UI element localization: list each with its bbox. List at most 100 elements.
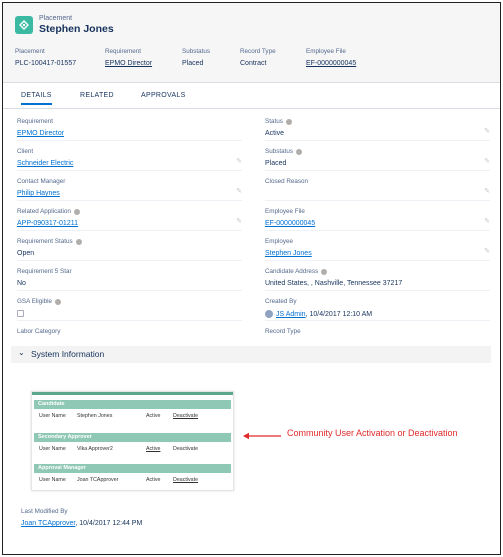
user-name-value: Stephen Jones — [77, 413, 113, 419]
field-status: Status Active ✎ — [265, 118, 490, 141]
field-closed-reason: Closed Reason ✎ — [265, 178, 490, 201]
tab-bar: DETAILS RELATED APPROVALS — [3, 87, 500, 109]
header-field-value: Placed — [182, 60, 204, 67]
panel-top-bar — [32, 392, 233, 395]
field-label: Employee — [265, 238, 294, 245]
edit-pencil-icon[interactable]: ✎ — [236, 157, 242, 165]
info-icon[interactable] — [55, 298, 62, 305]
edit-pencil-icon[interactable]: ✎ — [484, 157, 490, 165]
chevron-down-icon: ⌄ — [18, 348, 25, 357]
field-label: Substatus — [265, 148, 490, 155]
header-field-value: PLC-100417-01557 — [15, 60, 77, 67]
label-text: Substatus — [265, 148, 294, 155]
created-by-link[interactable]: JS Admin — [276, 311, 306, 318]
contact-manager-link[interactable]: Philip Haynes — [17, 190, 242, 197]
tab-approvals[interactable]: APPROVALS — [141, 92, 186, 99]
field-label: Requirement Status — [17, 238, 242, 245]
system-information-section[interactable]: ⌄ System Information — [11, 346, 491, 363]
field-label: Employee File — [265, 208, 305, 215]
created-by-value: JS Admin, 10/4/2017 12:10 AM — [265, 310, 490, 318]
field-label: Status — [265, 118, 490, 125]
tab-related[interactable]: RELATED — [80, 92, 114, 99]
field-label: Client — [17, 148, 34, 155]
header-field-placement: Placement PLC-100417-01557 — [15, 48, 76, 67]
requirement-link[interactable]: EPMO Director — [105, 60, 152, 67]
section-header-text: Secondary Approver — [38, 434, 92, 440]
placement-icon — [15, 16, 33, 34]
edit-pencil-icon[interactable]: ✎ — [484, 127, 490, 135]
header-field-label: Employee File — [306, 48, 346, 55]
last-modified-user-link[interactable]: Joan TCApprover — [21, 520, 75, 527]
edit-pencil-icon[interactable]: ✎ — [484, 217, 490, 225]
requirement-value-link[interactable]: EPMO Director — [17, 130, 242, 137]
info-icon[interactable] — [73, 208, 80, 215]
field-labor-category: Labor Category — [17, 328, 242, 335]
client-link[interactable]: Schneider Electric — [17, 160, 242, 167]
header-field-label: Substatus — [182, 48, 211, 55]
label-text: Requirement Status — [17, 238, 73, 245]
candidate-header: Candidate — [34, 400, 231, 409]
field-value: Placed — [265, 160, 287, 167]
created-date: , 10/4/2017 12:10 AM — [305, 310, 373, 318]
approval-manager-header: Approval Manager — [34, 464, 231, 473]
field-client: Client Schneider Electric ✎ — [17, 148, 242, 171]
field-employee-file: Employee File EF-0000000045 ✎ — [265, 208, 490, 231]
employee-file-link[interactable]: EF-0000000045 — [306, 60, 356, 67]
deactivate-status: Deactivate — [173, 446, 199, 452]
record-page: Placement Stephen Jones Placement PLC-10… — [2, 2, 501, 555]
info-icon[interactable] — [321, 268, 328, 275]
edit-pencil-icon[interactable]: ✎ — [484, 247, 490, 255]
section-header-text: Approval Manager — [38, 465, 86, 471]
header-field-record-type: Record Type Contract — [240, 48, 276, 67]
arrow-left-icon — [243, 432, 281, 440]
gsa-eligible-checkbox[interactable] — [17, 310, 24, 317]
field-label: Closed Reason — [265, 178, 309, 185]
info-icon[interactable] — [296, 148, 303, 155]
user-name-label: User Name — [39, 477, 66, 483]
active-status: Active — [146, 413, 161, 419]
field-label: Requirement — [17, 118, 54, 125]
field-requirement-status: Requirement Status Open — [17, 238, 242, 261]
label-text: Status — [265, 118, 283, 125]
community-user-panel: Candidate User Name Stephen Jones Active… — [31, 391, 234, 491]
employee-link[interactable]: Stephen Jones — [265, 250, 490, 257]
header-field-value: Contract — [240, 60, 267, 67]
employee-file-value-link[interactable]: EF-0000000045 — [265, 220, 490, 227]
section-header-text: Candidate — [38, 401, 65, 407]
user-name-value: Vika Approver2 — [77, 446, 113, 452]
tab-details[interactable]: DETAILS — [21, 92, 52, 105]
deactivate-link[interactable]: Deactivate — [173, 413, 198, 419]
active-status: Active — [146, 477, 161, 483]
header-field-label: Requirement — [105, 48, 142, 55]
edit-pencil-icon[interactable]: ✎ — [236, 187, 242, 195]
info-icon[interactable] — [75, 238, 82, 245]
user-name-label: User Name — [39, 413, 66, 419]
section-title: System Information — [31, 349, 105, 359]
secondary-approver-header: Secondary Approver — [34, 433, 231, 442]
last-modified-date: , 10/4/2017 12:44 PM — [75, 520, 143, 527]
field-label: Candidate Address — [265, 268, 490, 275]
field-requirement-5-star: Requirement 5 Star No — [17, 268, 242, 291]
field-requirement: Requirement EPMO Director — [17, 118, 242, 141]
activate-link[interactable]: Active — [146, 446, 160, 452]
deactivate-link[interactable]: Deactivate — [173, 477, 198, 483]
edit-pencil-icon[interactable]: ✎ — [236, 217, 242, 225]
field-label: Labor Category — [17, 328, 61, 335]
label-text: Candidate Address — [265, 268, 319, 275]
field-label: Related Application — [17, 208, 242, 215]
label-text: Related Application — [17, 208, 71, 215]
header-field-label: Record Type — [240, 48, 276, 55]
field-created-by: Created By JS Admin, 10/4/2017 12:10 AM — [265, 298, 490, 321]
info-icon[interactable] — [285, 118, 292, 125]
field-substatus: Substatus Placed ✎ — [265, 148, 490, 171]
header-field-employee-file: Employee File EF-0000000045 — [306, 48, 356, 67]
field-value: Open — [17, 250, 35, 257]
header-field-substatus: Substatus Placed — [182, 48, 210, 67]
field-employee: Employee Stephen Jones ✎ — [265, 238, 490, 261]
field-value: Active — [265, 130, 285, 137]
edit-pencil-icon[interactable]: ✎ — [484, 187, 490, 195]
user-name-label: User Name — [39, 446, 66, 452]
field-label: Contact Manager — [17, 178, 66, 185]
field-label: GSA Eligible — [17, 298, 242, 305]
related-application-link[interactable]: APP-090317-01211 — [17, 220, 242, 227]
